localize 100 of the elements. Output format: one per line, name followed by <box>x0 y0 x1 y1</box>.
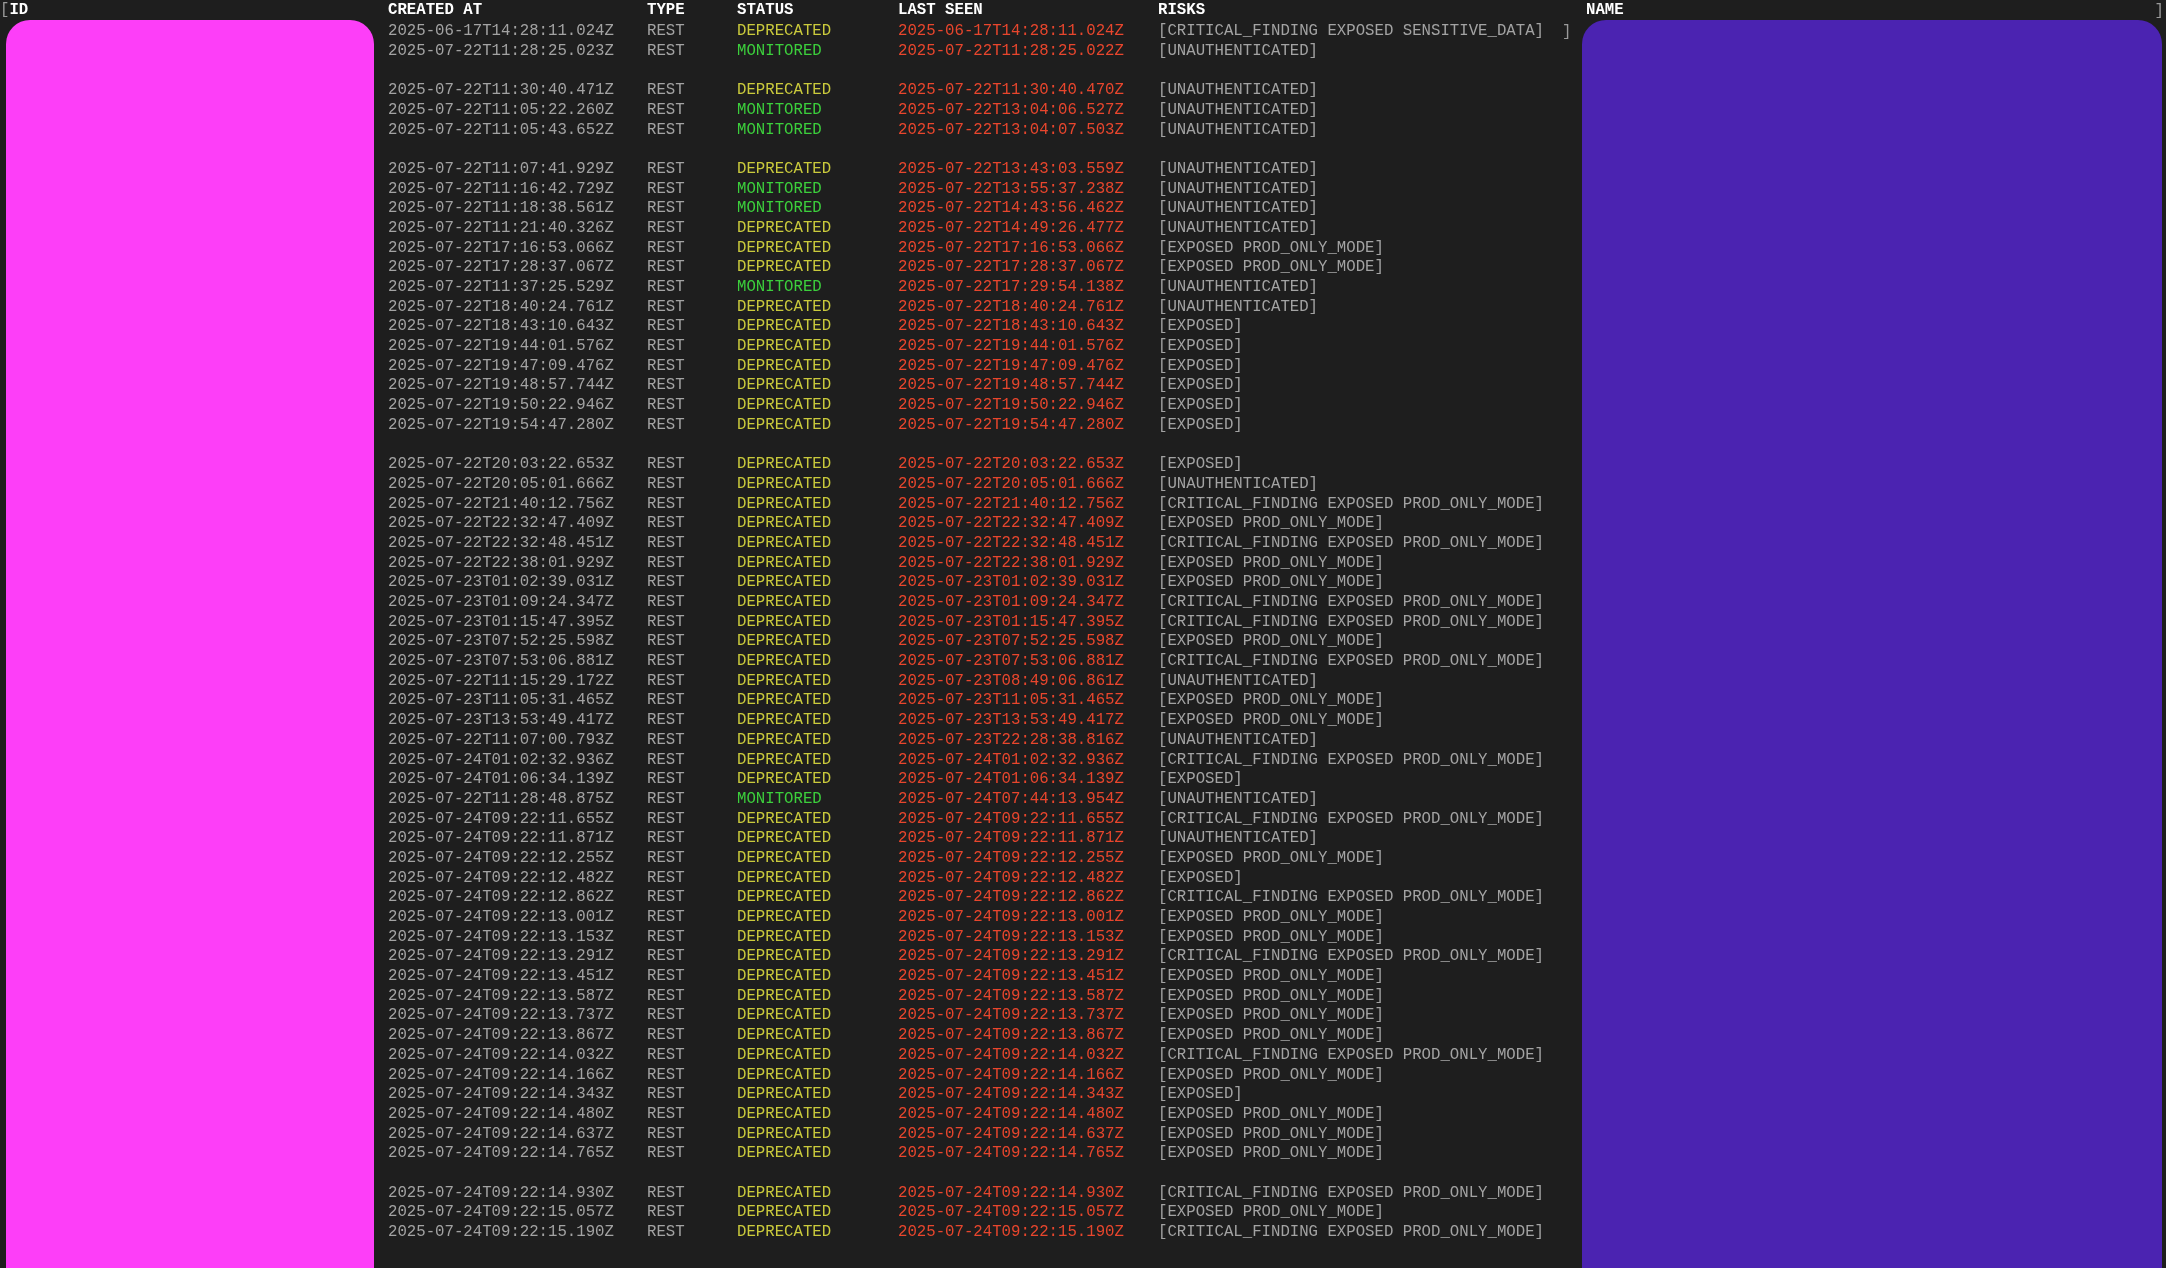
type-cell: REST <box>647 927 685 946</box>
type-cell: REST <box>647 120 685 139</box>
type-cell: REST <box>647 1006 685 1025</box>
last-seen-cell: 2025-07-24T09:22:15.190Z <box>898 1223 1124 1241</box>
created-at-cell: 2025-07-22T22:32:48.451Z <box>388 533 614 552</box>
status-cell: DEPRECATED <box>737 22 832 41</box>
last-seen-cell: 2025-07-24T09:22:13.451Z <box>898 967 1124 986</box>
created-at-cell: 2025-07-22T19:50:22.946Z <box>388 396 614 415</box>
risks-cell: [EXPOSED] <box>1158 317 1243 336</box>
last-seen-cell: 2025-07-24T09:22:13.153Z <box>898 927 1124 946</box>
risks-cell: [EXPOSED] <box>1158 356 1243 375</box>
risks-cell: [EXPOSED] <box>1158 396 1243 415</box>
status-cell: DEPRECATED <box>737 573 832 592</box>
type-cell: REST <box>647 1183 685 1202</box>
status-cell: DEPRECATED <box>737 671 832 690</box>
created-at-cell: 2025-07-22T11:16:42.729Z <box>388 179 614 198</box>
status-cell: DEPRECATED <box>737 1144 832 1163</box>
type-cell: REST <box>647 22 685 41</box>
bracket-text: [ <box>0 0 10 22</box>
type-cell: REST <box>647 533 685 552</box>
risks-cell: [EXPOSED] <box>1158 868 1243 887</box>
type-cell: REST <box>647 612 685 631</box>
type-cell: REST <box>647 967 685 986</box>
status-cell: DEPRECATED <box>737 612 832 631</box>
created-at-cell: 2025-07-22T11:21:40.326Z <box>388 218 614 237</box>
last-seen-cell: 2025-07-24T09:22:15.057Z <box>898 1203 1124 1222</box>
created-at-cell: 2025-07-22T19:48:57.744Z <box>388 376 614 395</box>
risks-cell: [UNAUTHENTICATED] <box>1158 179 1319 198</box>
status-cell: MONITORED <box>737 100 822 119</box>
last-seen-cell: 2025-07-24T09:22:11.871Z <box>898 829 1124 848</box>
status-cell: DEPRECATED <box>737 376 832 395</box>
last-seen-cell: 2025-07-22T14:49:26.477Z <box>898 218 1124 237</box>
last-seen-cell: 2025-07-24T09:22:14.343Z <box>898 1085 1124 1104</box>
created-at-cell: 2025-07-24T09:22:11.871Z <box>388 829 614 848</box>
type-cell: REST <box>647 652 685 671</box>
status-cell: DEPRECATED <box>737 947 832 966</box>
created-at-cell: 2025-07-24T09:22:12.255Z <box>388 848 614 867</box>
type-cell: REST <box>647 337 685 356</box>
risks-cell: [UNAUTHENTICATED] <box>1158 671 1319 690</box>
last-seen-cell: 2025-07-24T09:22:11.655Z <box>898 809 1124 828</box>
type-cell: REST <box>647 986 685 1005</box>
created-at-cell: 2025-07-22T19:44:01.576Z <box>388 337 614 356</box>
type-cell: REST <box>647 868 685 887</box>
last-seen-cell: 2025-07-23T07:53:06.881Z <box>898 652 1124 671</box>
created-at-cell: 2025-07-24T09:22:12.862Z <box>388 888 614 907</box>
created-at-cell: 2025-07-22T20:03:22.653Z <box>388 455 614 474</box>
created-at-cell: 2025-07-22T11:07:41.929Z <box>388 159 614 178</box>
risks-cell: [EXPOSED PROD_ONLY_MODE] <box>1158 1124 1384 1143</box>
last-seen-cell: 2025-07-24T09:22:14.480Z <box>898 1104 1124 1123</box>
created-at-cell: 2025-07-23T11:05:31.465Z <box>388 691 614 710</box>
last-seen-cell: 2025-07-22T21:40:12.756Z <box>898 494 1124 513</box>
type-cell: REST <box>647 258 685 277</box>
risks-cell: [EXPOSED] <box>1158 770 1243 789</box>
type-cell: REST <box>647 632 685 651</box>
last-seen-cell: 2025-07-22T13:04:06.527Z <box>898 100 1124 119</box>
status-cell: DEPRECATED <box>737 1183 832 1202</box>
risks-cell: [CRITICAL_FINDING EXPOSED PROD_ONLY_MODE] <box>1158 494 1544 513</box>
type-cell: REST <box>647 396 685 415</box>
last-seen-cell: 2025-07-24T09:22:14.166Z <box>898 1065 1124 1084</box>
last-seen-cell: 2025-07-24T09:22:13.291Z <box>898 947 1124 966</box>
risks-cell: [UNAUTHENTICATED] <box>1158 297 1319 316</box>
last-seen-cell: 2025-07-24T09:22:12.482Z <box>898 868 1124 887</box>
type-cell: REST <box>647 179 685 198</box>
created-at-cell: 2025-07-22T22:38:01.929Z <box>388 553 614 572</box>
status-cell: DEPRECATED <box>737 967 832 986</box>
status-cell: DEPRECATED <box>737 652 832 671</box>
risks-cell: [UNAUTHENTICATED] <box>1158 730 1319 749</box>
type-cell: REST <box>647 593 685 611</box>
type-cell: REST <box>647 455 685 474</box>
last-seen-cell: 2025-07-22T19:50:22.946Z <box>898 396 1124 415</box>
type-cell: REST <box>647 809 685 828</box>
status-cell: DEPRECATED <box>737 691 832 710</box>
created-at-cell: 2025-07-23T07:52:25.598Z <box>388 632 614 651</box>
last-seen-cell: 2025-07-24T09:22:14.930Z <box>898 1183 1124 1202</box>
risks-cell: [EXPOSED] <box>1158 376 1243 395</box>
type-cell: REST <box>647 1223 685 1241</box>
column-header: RISKS <box>1158 0 1206 22</box>
created-at-cell: 2025-07-22T20:05:01.666Z <box>388 474 614 493</box>
risks-cell: [CRITICAL_FINDING EXPOSED PROD_ONLY_MODE] <box>1158 750 1544 769</box>
status-cell: DEPRECATED <box>737 455 832 474</box>
risks-cell: [EXPOSED PROD_ONLY_MODE] <box>1158 908 1384 926</box>
created-at-cell: 2025-07-22T18:43:10.643Z <box>388 317 614 336</box>
created-at-cell: 2025-07-24T09:22:14.637Z <box>388 1124 614 1143</box>
created-at-cell: 2025-06-17T14:28:11.024Z <box>388 22 614 41</box>
created-at-cell: 2025-07-22T11:28:48.875Z <box>388 789 614 808</box>
risks-cell: [EXPOSED PROD_ONLY_MODE] <box>1158 573 1384 592</box>
last-seen-cell: 2025-07-22T11:28:25.022Z <box>898 41 1124 60</box>
risks-cell: [CRITICAL_FINDING EXPOSED PROD_ONLY_MODE] <box>1158 533 1544 552</box>
created-at-cell: 2025-07-23T13:53:49.417Z <box>388 711 614 730</box>
type-cell: REST <box>647 376 685 395</box>
created-at-cell: 2025-07-22T11:15:29.172Z <box>388 671 614 690</box>
status-cell: DEPRECATED <box>737 632 832 651</box>
status-cell: DEPRECATED <box>737 81 832 100</box>
status-cell: DEPRECATED <box>737 750 832 769</box>
risks-cell: [UNAUTHENTICATED] <box>1158 789 1319 808</box>
last-seen-cell: 2025-07-22T13:55:37.238Z <box>898 179 1124 198</box>
created-at-cell: 2025-07-24T09:22:13.153Z <box>388 927 614 946</box>
last-seen-cell: 2025-07-24T09:22:13.737Z <box>898 1006 1124 1025</box>
type-cell: REST <box>647 1085 685 1104</box>
risks-cell: [EXPOSED PROD_ONLY_MODE] <box>1158 848 1384 867</box>
